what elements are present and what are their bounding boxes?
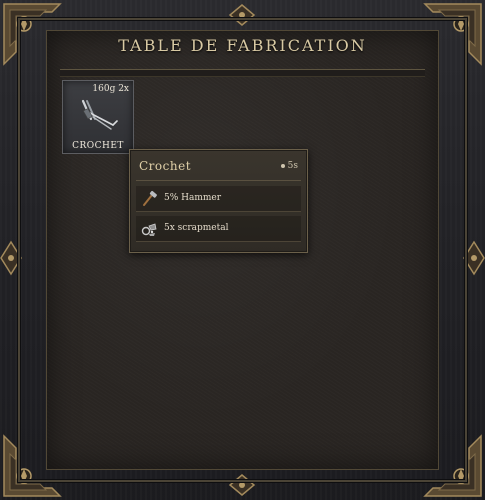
- scrapmetal-icon: [141, 223, 157, 236]
- recipe-slot-crochet[interactable]: 160g 2x CROCHET: [62, 80, 134, 154]
- recipe-tooltip: Crochet 5s 5% Hammer 5x scrapmetal: [129, 149, 308, 253]
- diamond-ornament-icon: [463, 240, 485, 276]
- recipe-label: CROCHET: [72, 141, 124, 151]
- requirement-text: 5% Hammer: [164, 193, 222, 203]
- title-divider: [60, 69, 425, 77]
- window-title: TABLE DE FABRICATION: [118, 36, 367, 55]
- diamond-ornament-icon: [228, 4, 256, 26]
- requirement-text: 5x scrapmetal: [164, 223, 229, 233]
- clock-icon: [280, 163, 285, 168]
- crafting-window-frame: TABLE DE FABRICATION 160g 2x CROCHET Cro…: [0, 0, 485, 500]
- tooltip-title: Crochet: [139, 159, 192, 173]
- diamond-ornament-icon: [0, 240, 22, 276]
- craft-time-value: 5s: [287, 161, 298, 171]
- diamond-ornament-icon: [228, 474, 256, 496]
- requirement-row: 5% Hammer: [136, 186, 301, 212]
- hammer-icon: [143, 190, 157, 206]
- recipe-badge: 160g 2x: [92, 84, 129, 94]
- lockpick-icon: [81, 99, 118, 130]
- requirement-row: 5x scrapmetal: [136, 216, 301, 242]
- craft-time: 5s: [280, 161, 298, 171]
- tooltip-divider: [136, 180, 301, 181]
